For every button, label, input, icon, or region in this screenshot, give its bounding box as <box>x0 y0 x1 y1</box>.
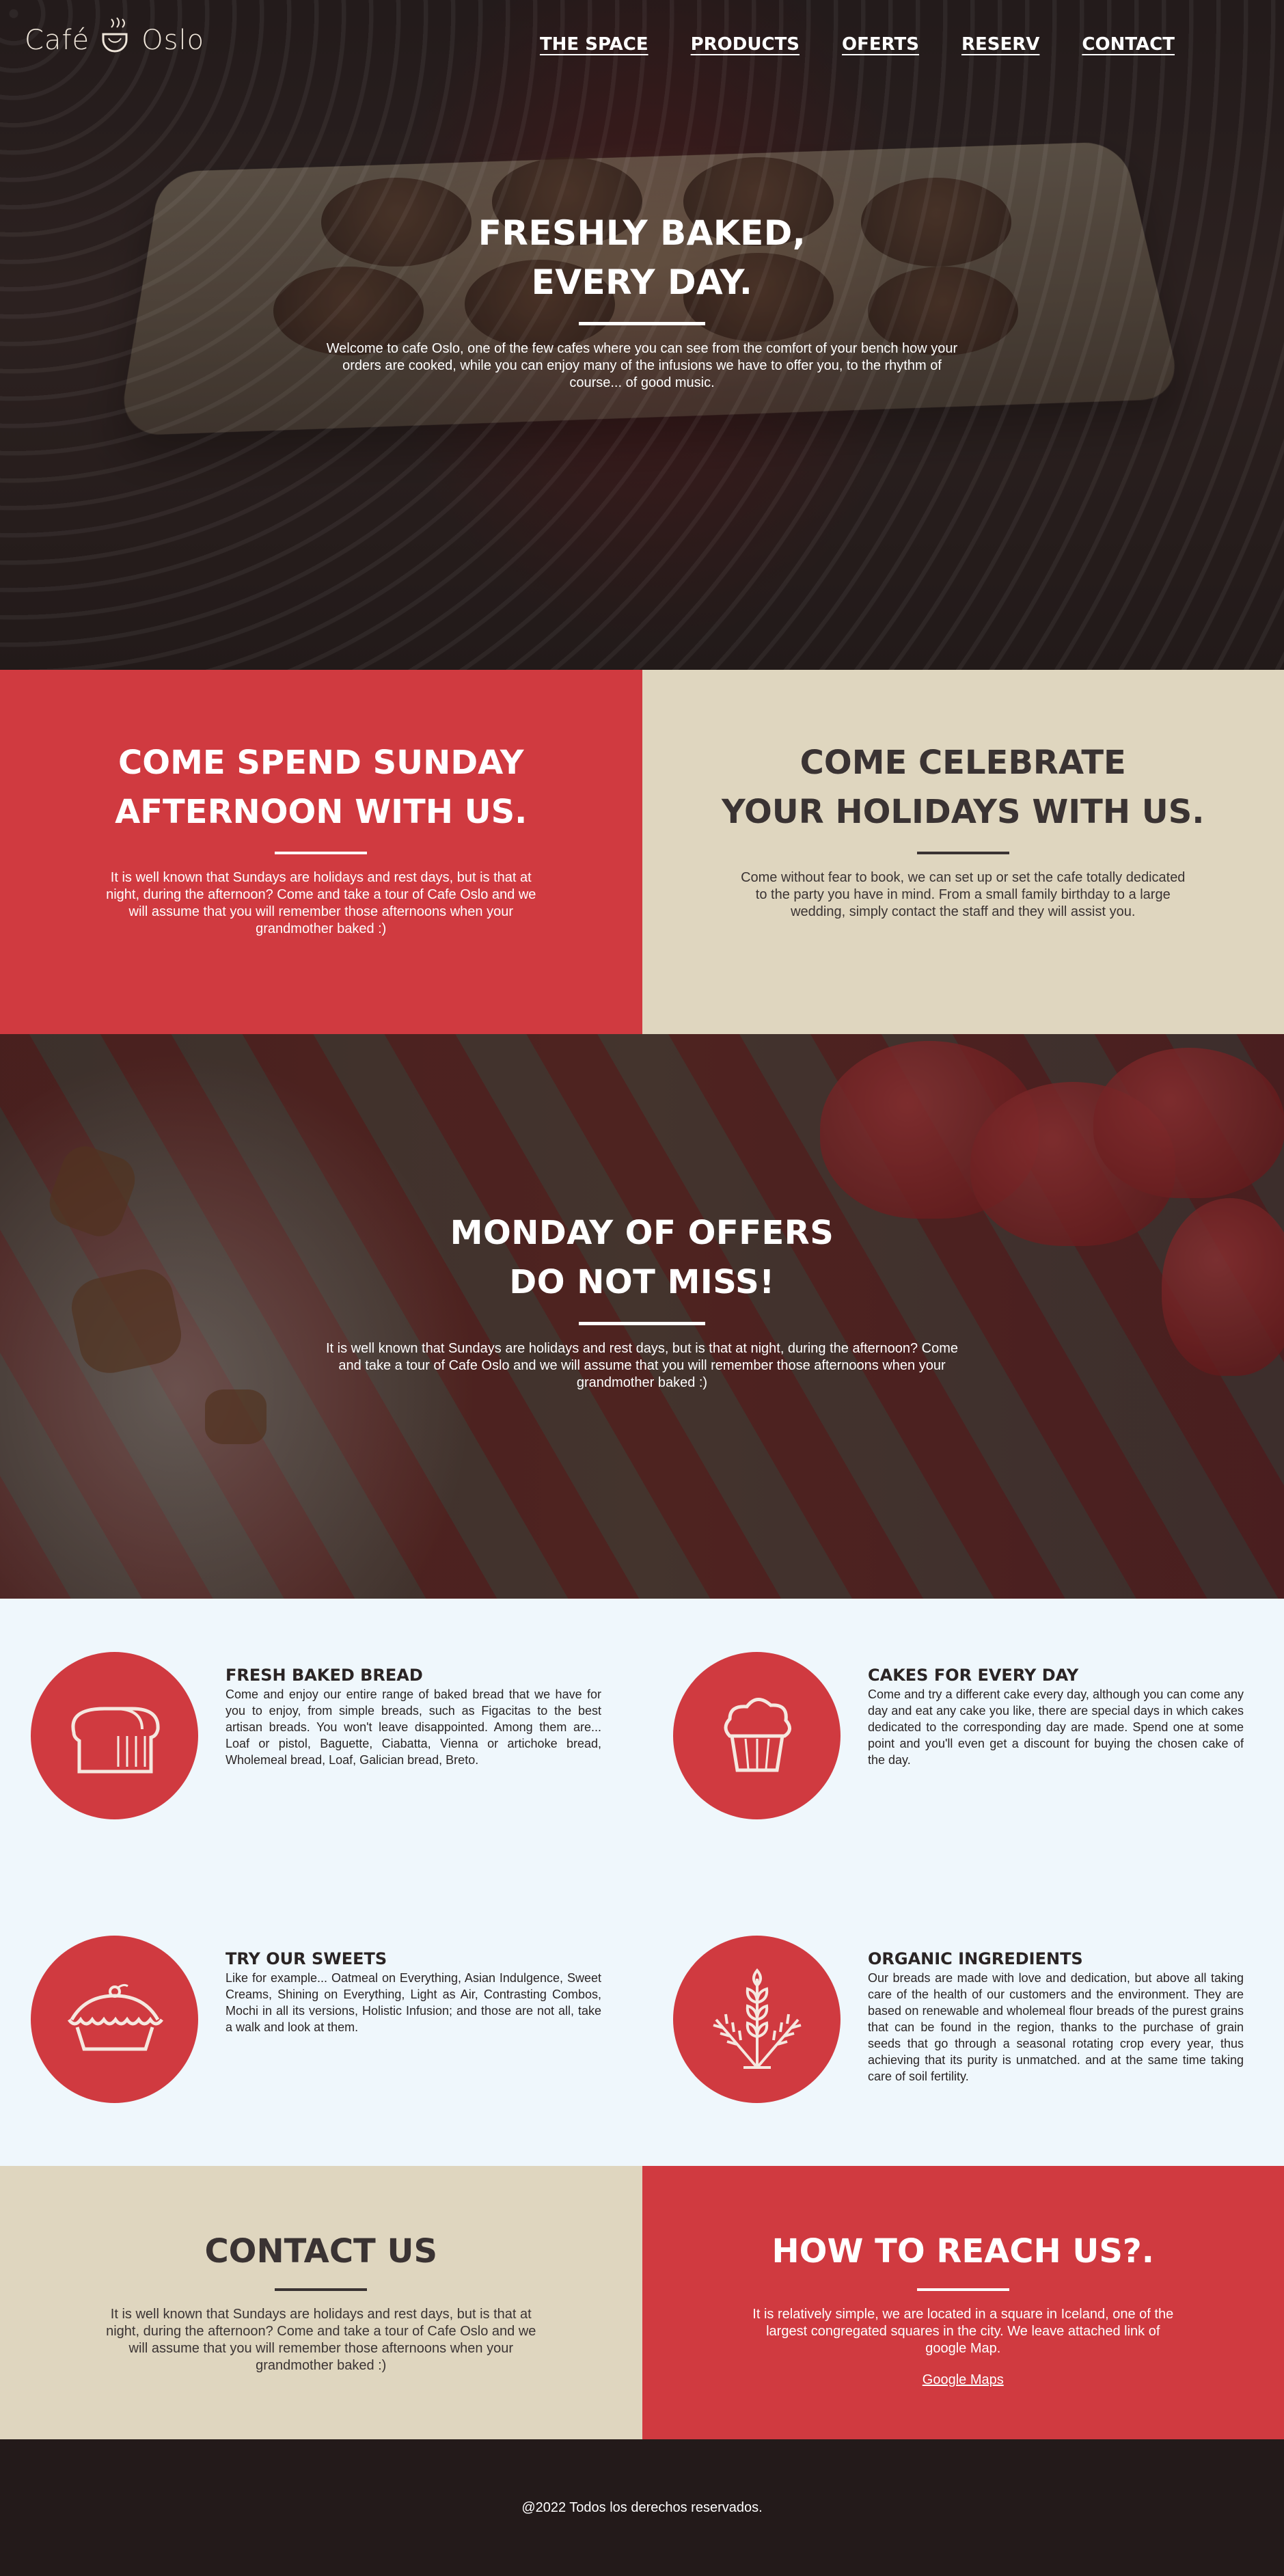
celebrate-title: COME CELEBRATE YOUR HOLIDAYS WITH US. <box>642 738 1284 837</box>
top-navigation: Café Oslo THE SPACE PRODUCTS OFERTS RESE… <box>0 0 1284 96</box>
google-maps-link[interactable]: Google Maps <box>923 2372 1004 2388</box>
nav-link-oferts[interactable]: OFERTS <box>842 34 919 55</box>
hero-content: FRESHLY BAKED, EVERY DAY. Welcome to caf… <box>0 208 1284 392</box>
feature-body: ORGANIC INGREDIENTS Our breads are made … <box>868 1936 1244 2103</box>
copyright-text: @2022 Todos los derechos reservados. <box>521 2499 763 2515</box>
feature-title: FRESH BAKED BREAD <box>226 1666 423 1685</box>
feature-description: Come and try a different cake every day,… <box>868 1687 1244 1767</box>
contact-panel: CONTACT US It is well known that Sundays… <box>0 2166 642 2439</box>
bread-icon <box>70 1707 160 1773</box>
events-section: COME SPEND SUNDAY AFTERNOON WITH US. It … <box>0 670 1284 1034</box>
reach-title: HOW TO REACH US?. <box>771 2232 1155 2270</box>
feature-card: ORGANIC INGREDIENTS Our breads are made … <box>673 1936 1284 2103</box>
nav-menu: THE SPACE PRODUCTS OFERTS RESERV CONTACT <box>540 34 1175 55</box>
contact-divider <box>275 2288 368 2291</box>
contact-description: It is well known that Sundays are holida… <box>106 2307 536 2373</box>
features-section: FRESH BAKED BREAD Come and enjoy our ent… <box>0 1599 1284 2166</box>
sunday-title: COME SPEND SUNDAY AFTERNOON WITH US. <box>0 738 642 837</box>
brand-name-left: Café <box>25 25 90 56</box>
hero-title: FRESHLY BAKED, EVERY DAY. <box>0 208 1284 307</box>
feature-description: Like for example... Oatmeal on Everythin… <box>226 1971 601 2034</box>
wheat-icon <box>712 1968 802 2069</box>
offers-divider <box>579 1322 705 1325</box>
nav-link-reserv[interactable]: RESERV <box>961 34 1039 55</box>
sunday-title-line1: COME SPEND SUNDAY <box>118 744 524 782</box>
offers-title-line2: DO NOT MISS! <box>509 1263 775 1301</box>
feature-title: CAKES FOR EVERY DAY <box>868 1666 1079 1685</box>
feature-card: CAKES FOR EVERY DAY Come and try a diffe… <box>673 1652 1284 1819</box>
feature-title: ORGANIC INGREDIENTS <box>868 1949 1083 1968</box>
sunday-panel: COME SPEND SUNDAY AFTERNOON WITH US. It … <box>0 670 642 1034</box>
nav-link-the-space[interactable]: THE SPACE <box>540 34 648 55</box>
celebrate-title-line2: YOUR HOLIDAYS WITH US. <box>721 793 1205 831</box>
celebrate-divider <box>916 852 1009 854</box>
feature-body: CAKES FOR EVERY DAY Come and try a diffe… <box>868 1652 1244 1819</box>
coffee-cup-icon <box>102 17 128 53</box>
feature-card: FRESH BAKED BREAD Come and enjoy our ent… <box>31 1652 646 1819</box>
hero-title-line2: EVERY DAY. <box>531 262 753 302</box>
celebrate-panel: COME CELEBRATE YOUR HOLIDAYS WITH US. Co… <box>642 670 1284 1034</box>
contact-title: CONTACT US <box>204 2232 438 2270</box>
feature-icon-circle <box>31 1936 198 2103</box>
hero-title-line1: FRESHLY BAKED, <box>478 213 806 253</box>
sunday-description: It is well known that Sundays are holida… <box>106 870 536 936</box>
reach-divider <box>916 2288 1009 2291</box>
footer: @2022 Todos los derechos reservados. <box>0 2439 1284 2576</box>
celebrate-description: Come without fear to book, we can set up… <box>741 870 1186 919</box>
offers-section: MONDAY OF OFFERS DO NOT MISS! It is well… <box>0 1034 1284 1599</box>
brand-name-right: Oslo <box>141 25 205 56</box>
feature-icon-circle <box>673 1652 841 1819</box>
feature-description: Our breads are made with love and dedica… <box>868 1971 1244 2083</box>
feature-body: FRESH BAKED BREAD Come and enjoy our ent… <box>226 1652 601 1819</box>
feature-title: TRY OUR SWEETS <box>226 1949 387 1968</box>
reach-description: It is relatively simple, we are located … <box>752 2307 1174 2356</box>
feature-body: TRY OUR SWEETS Like for example... Oatme… <box>226 1936 601 2103</box>
feature-icon-circle <box>31 1652 198 1819</box>
nav-link-contact[interactable]: CONTACT <box>1082 34 1175 55</box>
cupcake-icon <box>724 1697 791 1772</box>
brand-logo[interactable]: Café Oslo <box>25 15 204 56</box>
feature-description: Come and enjoy our entire range of baked… <box>226 1687 601 1767</box>
hero-section: Café Oslo THE SPACE PRODUCTS OFERTS RESE… <box>0 0 1284 670</box>
feature-icon-circle <box>673 1936 841 2103</box>
feature-card: TRY OUR SWEETS Like for example... Oatme… <box>31 1936 646 2103</box>
offers-content: MONDAY OF OFFERS DO NOT MISS! It is well… <box>0 1208 1284 1392</box>
contact-section: CONTACT US It is well known that Sundays… <box>0 2166 1284 2439</box>
offers-title-line1: MONDAY OF OFFERS <box>450 1214 834 1252</box>
sunday-divider <box>275 852 368 854</box>
pie-icon <box>67 1983 163 2050</box>
sunday-title-line2: AFTERNOON WITH US. <box>115 793 528 831</box>
hero-divider <box>579 322 705 325</box>
offers-title: MONDAY OF OFFERS DO NOT MISS! <box>0 1208 1284 1307</box>
offers-description: It is well known that Sundays are holida… <box>326 1341 958 1390</box>
reach-panel: HOW TO REACH US?. It is relatively simpl… <box>642 2166 1284 2439</box>
celebrate-title-line1: COME CELEBRATE <box>800 744 1126 782</box>
hero-description: Welcome to cafe Oslo, one of the few caf… <box>326 341 958 390</box>
nav-link-products[interactable]: PRODUCTS <box>691 34 800 55</box>
